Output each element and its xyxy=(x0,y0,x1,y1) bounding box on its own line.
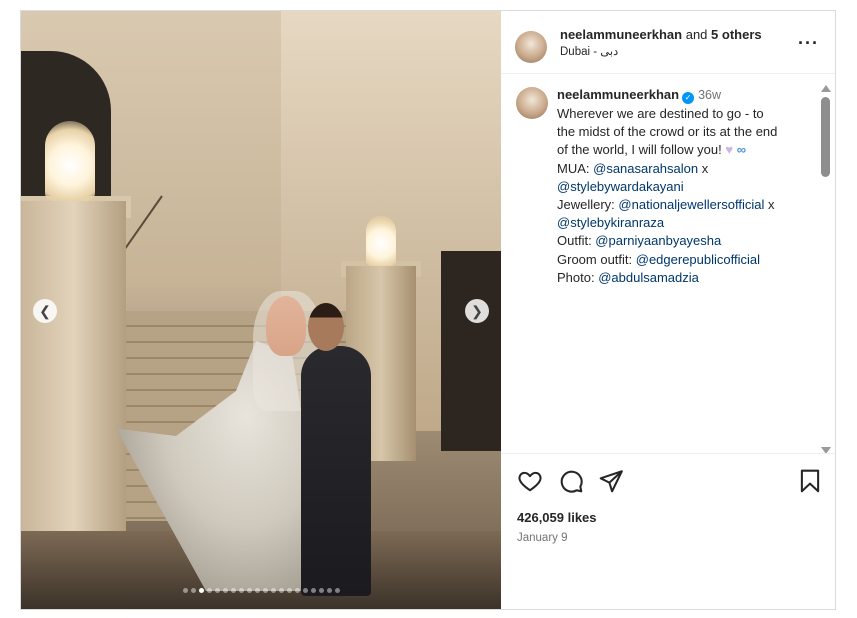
post-author-line: neelammuneerkhan and 5 others xyxy=(560,27,762,42)
caption-line-text: Wherever we are destined to go - to xyxy=(557,106,764,121)
caption-credit-suffix: x xyxy=(764,197,775,213)
post-age: 36w xyxy=(698,88,722,102)
carousel-dot xyxy=(214,588,220,593)
caption-header: neelammuneerkhan ✓ 36w xyxy=(557,87,721,104)
chevron-left-icon: ❮ xyxy=(39,302,51,319)
photo-doorway xyxy=(441,251,501,451)
like-count[interactable]: 426,059 likes xyxy=(517,510,597,525)
scrollbar-thumb[interactable] xyxy=(821,97,830,177)
paper-plane-icon[interactable] xyxy=(598,468,624,494)
collaborators-link[interactable]: 5 others xyxy=(711,27,762,42)
purple-heart-emoji: ♥ xyxy=(725,142,734,158)
carousel-dot xyxy=(262,588,268,593)
previous-photo-button[interactable]: ❮ xyxy=(33,299,57,323)
location-link[interactable]: Dubai - دبی xyxy=(560,44,618,58)
photo-lantern xyxy=(45,121,95,201)
post-side-panel: neelammuneerkhan and 5 others Dubai - دب… xyxy=(501,11,835,609)
caption-line: MUA: @sanasarahsalon x xyxy=(557,160,815,178)
caption-credit-label: Photo: xyxy=(557,269,599,285)
caption-line: the midst of the crowd or its at the end xyxy=(557,123,815,141)
mention-link[interactable]: @parniyaanbyayesha xyxy=(595,233,721,248)
avatar[interactable] xyxy=(516,87,548,119)
caption-line: Wherever we are destined to go - to xyxy=(557,105,815,123)
caption-line-text: the midst of the crowd or its at the end xyxy=(557,124,778,140)
caption-line: Groom outfit: @edgerepublicofficial xyxy=(557,251,815,269)
author-username-link[interactable]: neelammuneerkhan xyxy=(560,27,682,42)
caption-credit-suffix: x xyxy=(698,160,709,176)
mention-link[interactable]: @stylebykiranraza xyxy=(557,215,664,230)
carousel-dot xyxy=(206,588,212,593)
carousel-dot xyxy=(294,588,300,593)
verified-badge-icon: ✓ xyxy=(682,92,695,104)
scroll-up-arrow-icon[interactable] xyxy=(821,85,831,92)
carousel-dot xyxy=(222,588,228,593)
carousel-dot xyxy=(286,588,292,593)
carousel-dot xyxy=(278,588,284,593)
caption-credit-label: Jewellery: xyxy=(557,197,619,213)
post-photo[interactable]: ❮ ❯ xyxy=(21,11,501,609)
caption-line: of the world, I will follow you! ♥ ∞ xyxy=(557,141,815,159)
carousel-dot xyxy=(326,588,332,593)
caption-line: Outfit: @parniyaanbyayesha xyxy=(557,232,815,250)
caption-scrollbar[interactable] xyxy=(819,81,833,459)
caption-line: @stylebywardakayani xyxy=(557,178,815,196)
avatar[interactable] xyxy=(515,31,547,63)
carousel-dot xyxy=(198,588,204,593)
carousel-dot xyxy=(310,588,316,593)
mention-link[interactable]: @nationaljewellersofficial xyxy=(618,197,764,212)
carousel-dot xyxy=(302,588,308,593)
comment-icon[interactable] xyxy=(558,468,584,494)
caption-text: Wherever we are destined to go - to the m… xyxy=(557,105,815,287)
caption-line: Jewellery: @nationaljewellersofficial x xyxy=(557,196,815,214)
mention-link[interactable]: @sanasarahsalon xyxy=(593,161,698,176)
caption-credit-label: MUA: xyxy=(557,160,594,176)
carousel-dot xyxy=(190,588,196,593)
mention-link[interactable]: @edgerepublicofficial xyxy=(636,252,760,267)
photo-groom-head xyxy=(308,303,344,351)
carousel-indicator xyxy=(21,588,501,593)
photo-bride xyxy=(266,296,306,356)
mention-link[interactable]: @stylebywardakayani xyxy=(557,179,684,194)
infinity-emoji: ∞ xyxy=(733,142,746,158)
photo-lantern xyxy=(366,216,396,266)
caption-line: Photo: @abdulsamadzia xyxy=(557,269,815,287)
carousel-dot xyxy=(182,588,188,593)
photo-groom xyxy=(301,346,371,596)
post-dialog: ❮ ❯ neelammuneerkhan and 5 others Dubai … xyxy=(20,10,836,610)
chevron-right-icon: ❯ xyxy=(471,302,483,319)
post-date: January 9 xyxy=(517,532,568,544)
post-actions: 426,059 likes January 9 xyxy=(501,453,835,610)
caption-credit-label: Outfit: xyxy=(557,233,596,249)
mention-link[interactable]: @abdulsamadzia xyxy=(598,270,699,285)
caption-line-text: of the world, I will follow you! xyxy=(557,142,726,158)
heart-icon[interactable] xyxy=(517,468,543,494)
carousel-dot xyxy=(230,588,236,593)
carousel-dot xyxy=(334,588,340,593)
carousel-dot xyxy=(246,588,252,593)
caption-area: neelammuneerkhan ✓ 36w Wherever we are des… xyxy=(501,74,835,452)
post-header: neelammuneerkhan and 5 others Dubai - دب… xyxy=(501,11,835,74)
carousel-dot xyxy=(254,588,260,593)
next-photo-button[interactable]: ❯ xyxy=(465,299,489,323)
carousel-dot xyxy=(318,588,324,593)
more-options-icon[interactable]: ··· xyxy=(798,33,819,54)
carousel-dot xyxy=(270,588,276,593)
bookmark-icon[interactable] xyxy=(797,468,823,494)
caption-username-link[interactable]: neelammuneerkhan xyxy=(557,87,679,102)
caption-credit-label: Groom outfit: xyxy=(557,251,636,267)
caption-line: @stylebykiranraza xyxy=(557,214,815,232)
carousel-dot xyxy=(238,588,244,593)
author-connector: and xyxy=(682,27,712,42)
